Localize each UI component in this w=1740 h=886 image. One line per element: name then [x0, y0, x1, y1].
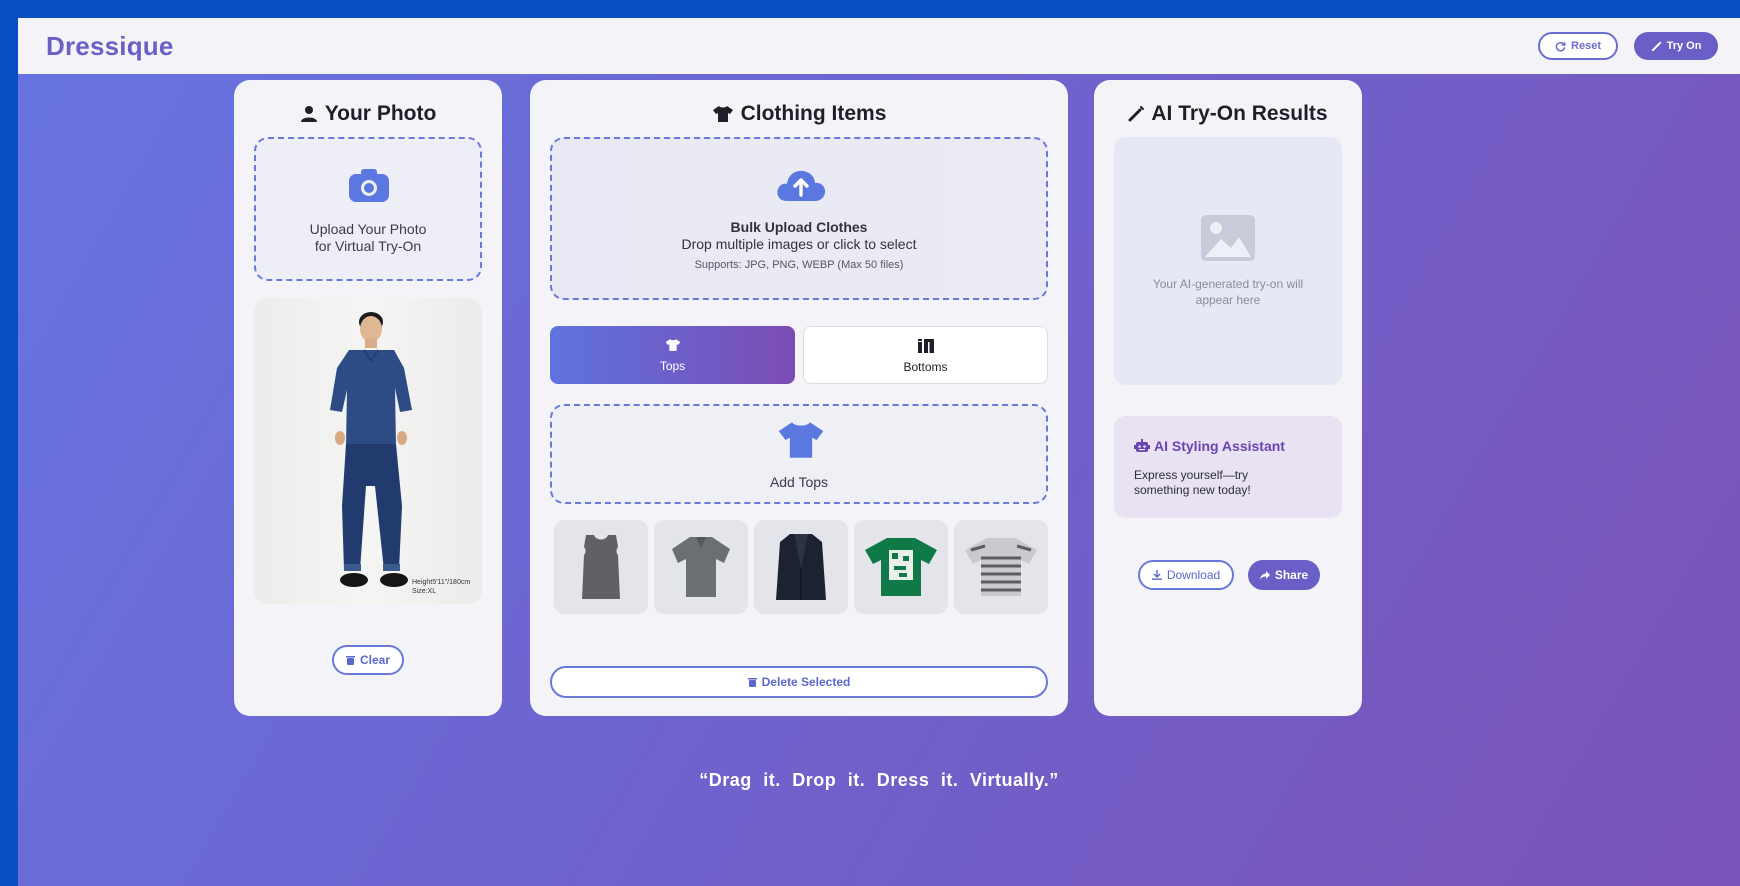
clothing-thumb[interactable] [554, 520, 648, 614]
add-tops-label: Add Tops [769, 474, 829, 490]
photo-caption-size: Size:XL [412, 588, 437, 595]
tab-bottoms-label: Bottoms [903, 360, 948, 374]
photo-caption: Height5'11"/180cm Size:XL [412, 578, 470, 596]
tab-bottoms[interactable]: Bottoms [803, 326, 1048, 384]
brand-logo[interactable]: Dressique [46, 31, 174, 62]
clear-button[interactable]: Clear [332, 645, 404, 675]
your-photo-title-text: Your Photo [324, 102, 437, 125]
tshirt-icon [778, 422, 824, 458]
your-photo-title: Your Photo [234, 102, 502, 126]
magic-wand-icon [1651, 40, 1662, 51]
placeholder-line1: Your AI-generated try-on will [1152, 277, 1304, 291]
ai-results-panel: AI Try-On Results Your AI-generated try-… [1094, 80, 1362, 716]
header-actions: Reset Try On [1538, 32, 1718, 60]
pants-icon [918, 339, 934, 353]
user-icon [300, 106, 317, 122]
assistant-title-text: AI Styling Assistant [1154, 438, 1285, 454]
delete-selected-label: Delete Selected [761, 675, 851, 689]
tshirt-icon [712, 106, 733, 122]
tshirt-icon [665, 339, 681, 351]
green-tee-image [865, 538, 937, 596]
ai-styling-assistant-card: AI Styling Assistant Express yourself—tr… [1114, 416, 1342, 518]
download-button[interactable]: Download [1138, 560, 1234, 590]
download-label: Download [1166, 568, 1221, 582]
user-photo: Height5'11"/180cm Size:XL [254, 298, 482, 604]
blazer-image [776, 534, 826, 600]
placeholder-line2: appear here [1195, 293, 1261, 307]
sleeveless-top-image [582, 535, 620, 599]
bulk-upload-title: Bulk Upload Clothes [730, 219, 868, 235]
cloud-upload-icon [777, 170, 826, 201]
refresh-icon [1555, 41, 1566, 51]
reset-label: Reset [1571, 40, 1601, 52]
polo-shirt-image [672, 537, 730, 597]
result-placeholder: Your AI-generated try-on will appear her… [1114, 137, 1342, 385]
clothing-thumb[interactable] [854, 520, 948, 614]
photo-caption-height: Height5'11"/180cm [412, 579, 471, 586]
clothing-thumb[interactable] [954, 520, 1048, 614]
assistant-message-line2: something new today! [1134, 483, 1251, 497]
trash-icon [345, 656, 355, 665]
clothing-items-title: Clothing Items [530, 102, 1068, 126]
reset-button[interactable]: Reset [1538, 32, 1618, 60]
add-tops-zone[interactable]: Add Tops [550, 404, 1048, 504]
striped-tee-image [965, 538, 1037, 596]
trash-icon [747, 678, 757, 687]
clothing-thumb[interactable] [654, 520, 748, 614]
try-on-label: Try On [1666, 40, 1702, 52]
share-icon [1259, 570, 1270, 580]
tab-tops-label: Tops [659, 359, 686, 373]
ai-results-title-text: AI Try-On Results [1151, 102, 1328, 125]
clothing-thumb[interactable] [754, 520, 848, 614]
share-label: Share [1274, 568, 1309, 582]
try-on-button[interactable]: Try On [1634, 32, 1718, 60]
clear-label: Clear [359, 653, 391, 667]
tab-tops[interactable]: Tops [550, 326, 795, 384]
delete-selected-button[interactable]: Delete Selected [550, 666, 1048, 698]
camera-icon [349, 169, 389, 202]
bulk-upload-supports: Supports: JPG, PNG, WEBP (Max 50 files) [694, 259, 904, 271]
bulk-upload-zone[interactable]: Bulk Upload Clothes Drop multiple images… [550, 137, 1048, 300]
share-button[interactable]: Share [1248, 560, 1320, 590]
your-photo-panel: Your Photo Upload Your Photo for Virtual… [234, 80, 502, 716]
person-figure [330, 312, 412, 587]
photo-upload-zone[interactable]: Upload Your Photo for Virtual Try-On [254, 137, 482, 281]
upload-photo-line2: for Virtual Try-On [314, 238, 422, 254]
magic-wand-icon [1128, 106, 1145, 122]
assistant-message-line1: Express yourself—try [1134, 468, 1249, 482]
ai-results-title: AI Try-On Results [1094, 102, 1362, 126]
image-placeholder-icon [1201, 215, 1255, 261]
assistant-title: AI Styling Assistant [1134, 438, 1285, 454]
footer-tagline: “Drag it. Drop it. Dress it. Virtually.” [699, 770, 1059, 790]
clothing-items-title-text: Clothing Items [740, 102, 887, 125]
clothing-items-panel: Clothing Items Bulk Upload Clothes Drop … [530, 80, 1068, 716]
download-icon [1151, 570, 1162, 580]
robot-icon [1134, 439, 1150, 452]
app-window: Dressique Reset Try On Your Photo Upload… [18, 18, 1740, 886]
top-bar: Dressique Reset Try On [18, 18, 1740, 74]
upload-photo-line1: Upload Your Photo [309, 221, 427, 237]
bulk-upload-sub: Drop multiple images or click to select [681, 236, 917, 252]
